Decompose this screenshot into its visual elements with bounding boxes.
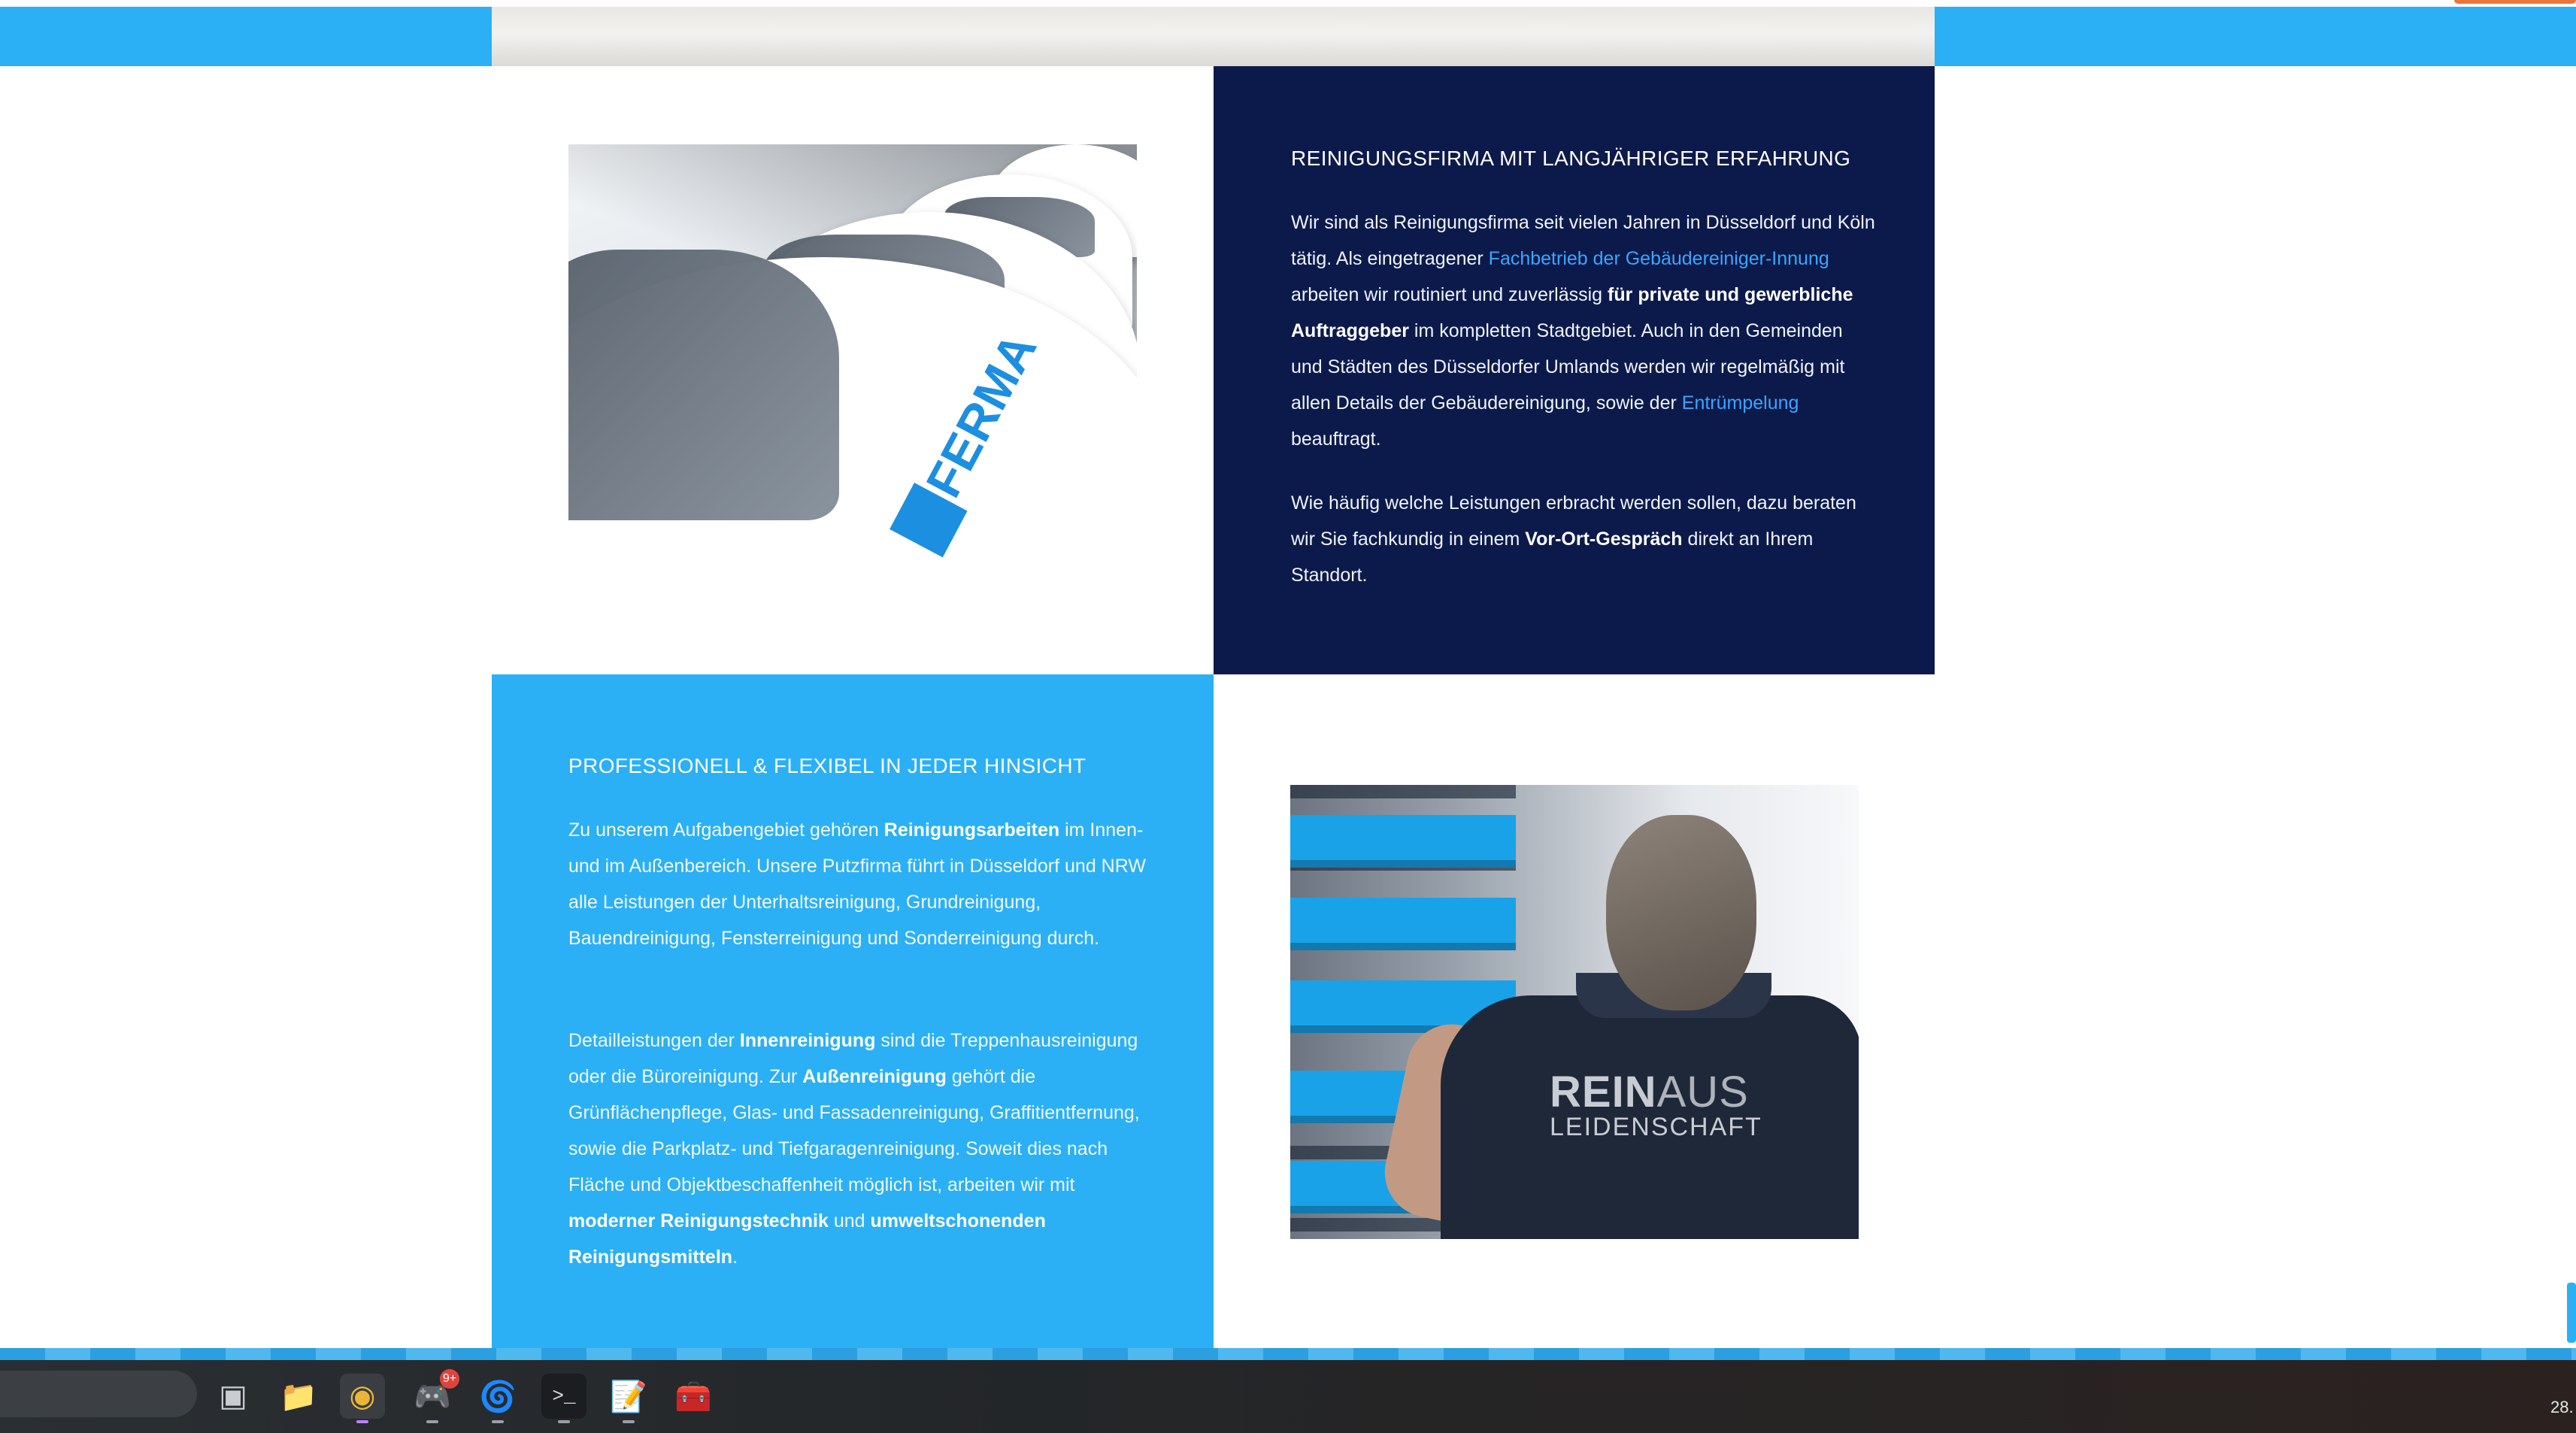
- professional-heading: PROFESSIONELL & FLEXIBEL IN JEDER HINSIC…: [568, 754, 1086, 777]
- experience-heading: REINIGUNGSFIRMA MIT LANGJÄHRIGER ERFAHRU…: [1291, 147, 1851, 170]
- tool-icon[interactable]: 🧰: [671, 1374, 716, 1419]
- fleet-vehicles-image: FERMA: [568, 144, 1137, 598]
- task-view-icon[interactable]: ▣: [211, 1374, 256, 1419]
- experience-paragraph-1: Wir sind als Reinigungsfirma seit vielen…: [1291, 212, 1875, 450]
- experience-section: REINIGUNGSFIRMA MIT LANGJÄHRIGER ERFAHRU…: [1214, 66, 1935, 674]
- professional-paragraph-1: Zu unserem Aufgabengebiet gehören Reinig…: [568, 820, 1146, 949]
- link-innung[interactable]: Fachbetrieb der Gebäudereiniger-Innung: [1489, 248, 1829, 269]
- chrome-icon[interactable]: ◉: [340, 1374, 385, 1423]
- top-orange-accent: [2454, 0, 2576, 4]
- experience-paragraph-2: Wie häufig welche Leistungen erbracht we…: [1291, 492, 1856, 586]
- professional-section: PROFESSIONELL & FLEXIBEL IN JEDER HINSIC…: [492, 674, 1214, 1348]
- editor-icon[interactable]: 📝: [606, 1374, 651, 1423]
- top-band-right: [1935, 7, 2576, 66]
- footer-image-top-edge: [0, 1348, 2576, 1360]
- os-taskbar: ▣ 📁 ◉ 🎮 9+ 🌀 >_ 📝 🧰 28.: [0, 1360, 2576, 1433]
- top-band-left: [0, 7, 492, 66]
- app-swirl-icon[interactable]: 🌀: [475, 1374, 520, 1423]
- terminal-icon[interactable]: >_: [541, 1374, 586, 1423]
- worker-head: [1606, 815, 1756, 1010]
- file-explorer-icon[interactable]: 📁: [276, 1374, 321, 1419]
- discord-notification-badge: 9+: [440, 1369, 459, 1389]
- scroll-to-top-handle[interactable]: [2567, 1283, 2576, 1343]
- taskbar-clock[interactable]: 28.: [2550, 1398, 2574, 1417]
- hero-image-bottom-edge: [492, 7, 1935, 66]
- discord-icon[interactable]: 🎮 9+: [410, 1369, 459, 1423]
- taskbar-search-box[interactable]: [0, 1371, 197, 1417]
- shirt-print: REINAUS LEIDENSCHAFT: [1550, 1068, 1762, 1141]
- link-entruempelung[interactable]: Entrümpelung: [1682, 392, 1799, 414]
- professional-paragraph-2: Detailleistungen der Innenreinigung sind…: [568, 1030, 1140, 1268]
- worker-image: REINAUS LEIDENSCHAFT: [1290, 785, 1859, 1239]
